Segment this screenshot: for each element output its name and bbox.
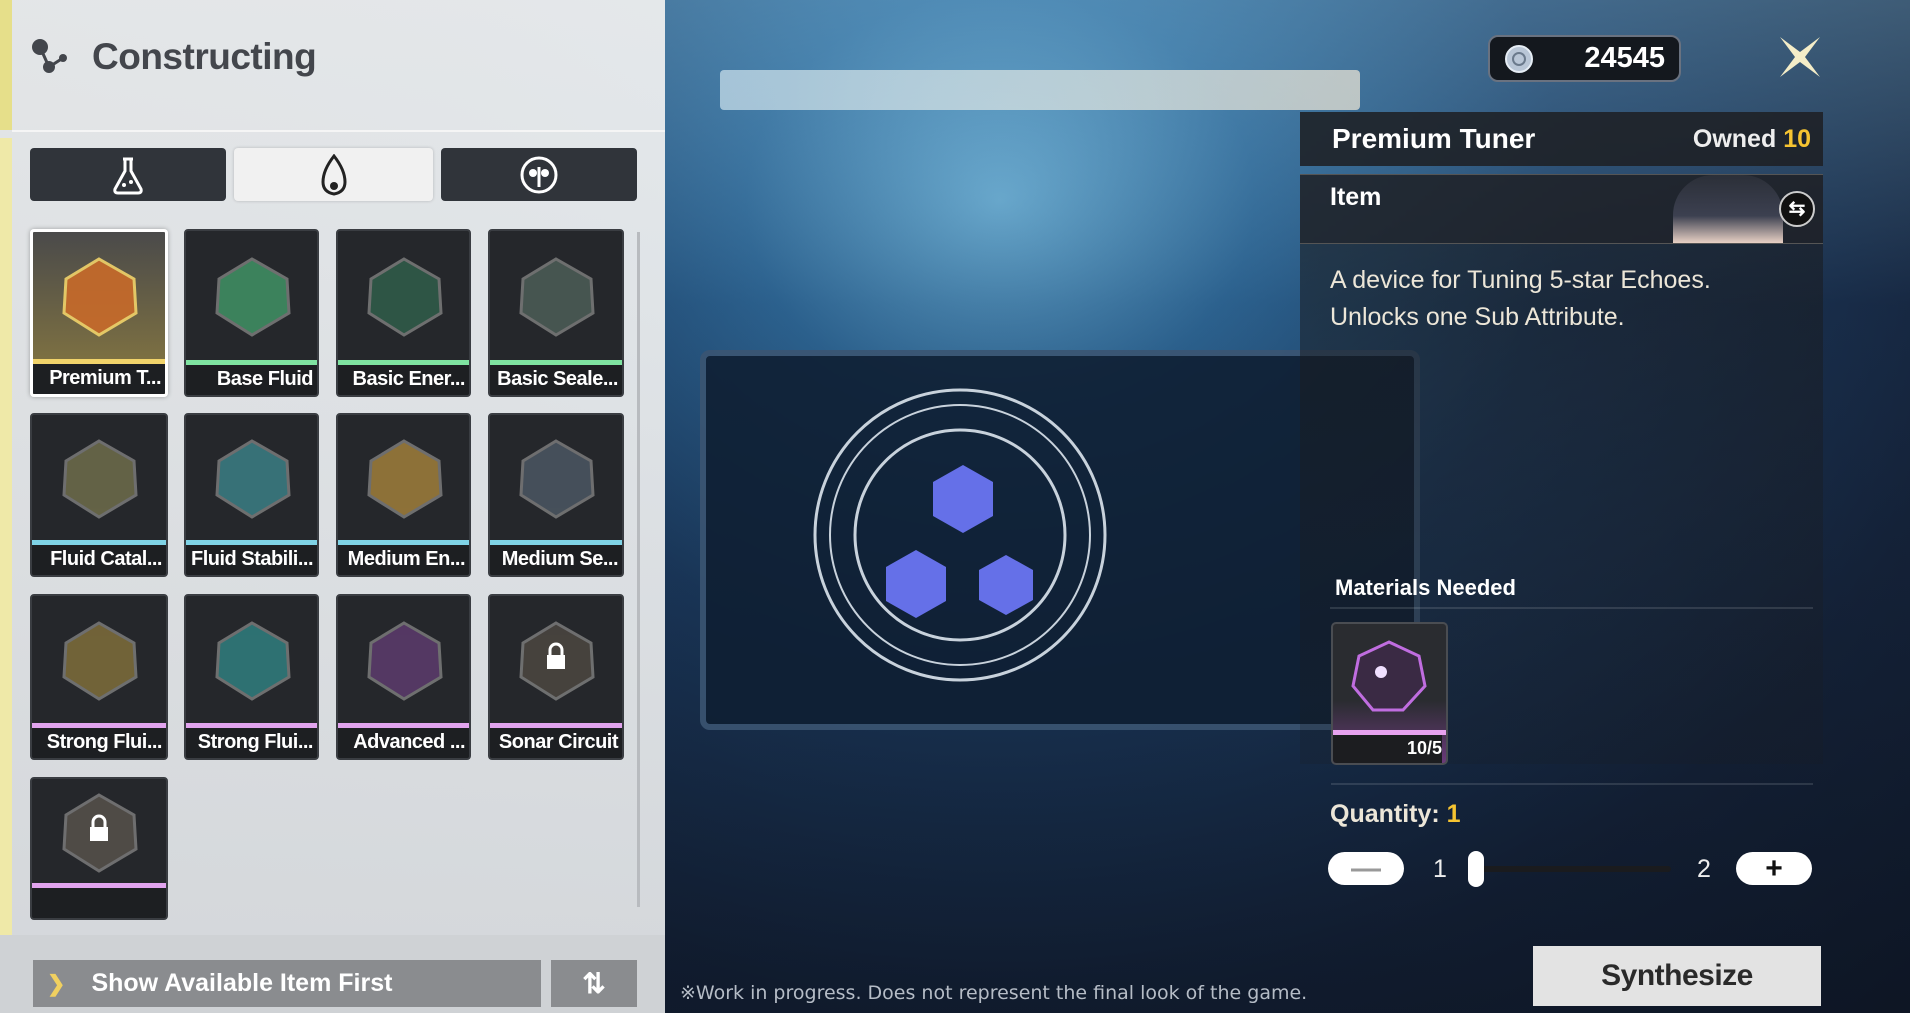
item-icon [338, 596, 469, 724]
advanced-tuner-icon [1351, 640, 1427, 712]
slider-min: 1 [1433, 855, 1447, 883]
item-name: Basic Seale... [490, 365, 622, 395]
swap-character-icon[interactable]: ⇆ [1779, 191, 1815, 227]
panel-header: Constructing [30, 36, 317, 78]
item-name: Premium T... [33, 364, 165, 394]
item-icon [33, 232, 165, 360]
tab-consumables[interactable] [30, 148, 226, 201]
item-card[interactable] [30, 777, 168, 920]
item-card[interactable]: Basic Ener... [336, 229, 471, 397]
ceiling-light [720, 70, 1360, 110]
item-name: Base Fluid [186, 365, 317, 395]
tab-echoes[interactable] [441, 148, 637, 201]
item-card[interactable]: Premium T... [30, 229, 168, 397]
sort-button[interactable]: ⇅ [551, 960, 637, 1007]
flame-drop-icon [320, 153, 347, 196]
divider [1331, 783, 1813, 785]
item-icon [32, 415, 166, 541]
close-icon[interactable] [1775, 32, 1825, 82]
decrease-button[interactable]: — [1328, 852, 1404, 885]
item-icon [490, 231, 622, 361]
currency-display: 24545 [1488, 35, 1681, 82]
echo-mask-icon [520, 156, 558, 193]
item-icon [186, 231, 317, 361]
item-card[interactable]: Medium Se... [488, 413, 624, 577]
item-icon [490, 596, 622, 724]
item-type-bar: Item ⇆ [1300, 174, 1823, 244]
material-card[interactable]: 10/5 [1331, 622, 1448, 765]
item-card[interactable]: Advanced ... [336, 594, 471, 760]
item-card[interactable]: Sonar Circuit [488, 594, 624, 760]
material-count: 10/5 [1333, 735, 1442, 763]
item-icon [490, 415, 622, 541]
synthesize-button[interactable]: Synthesize [1533, 946, 1821, 1006]
show-available-toggle[interactable]: ❯ Show Available Item First [33, 960, 541, 1007]
minus-icon: — [1351, 851, 1381, 885]
currency-amount: 24545 [1584, 42, 1665, 74]
owned-count: 10 [1783, 124, 1811, 153]
quantity-slider-track[interactable] [1468, 866, 1671, 872]
item-card[interactable]: Strong Flui... [30, 594, 168, 760]
item-title-bar: Premium Tuner Owned 10 [1300, 112, 1823, 166]
item-icon [338, 231, 469, 361]
item-name: Medium En... [338, 545, 469, 575]
item-name: Medium Se... [490, 545, 622, 575]
item-name: Fluid Stabili... [186, 545, 317, 575]
item-icon [32, 596, 166, 724]
materials-heading: Materials Needed [1335, 575, 1516, 600]
increase-button[interactable]: + [1736, 852, 1812, 885]
divider [12, 130, 665, 132]
quantity-label: Quantity: [1330, 800, 1440, 828]
flask-icon [113, 157, 143, 194]
accent-strip [0, 0, 12, 130]
plus-icon: + [1765, 851, 1783, 885]
footer-note: ※Work in progress. Does not represent th… [680, 982, 1308, 1004]
item-card[interactable]: Basic Seale... [488, 229, 624, 397]
item-card[interactable]: Fluid Stabili... [184, 413, 319, 577]
item-name: Premium Tuner [1332, 123, 1536, 154]
show-available-label: Show Available Item First [91, 969, 393, 997]
item-name: Strong Flui... [186, 728, 317, 758]
chevron-down-icon: ❯ [47, 970, 66, 996]
item-description: A device for Tuning 5-star Echoes. Unloc… [1330, 266, 1711, 331]
item-icon [186, 415, 317, 541]
tab-materials[interactable] [234, 148, 433, 201]
divider [1330, 607, 1813, 609]
item-card[interactable]: Base Fluid [184, 229, 319, 397]
quantity-slider-thumb[interactable] [1468, 851, 1484, 887]
quantity-value: 1 [1446, 800, 1461, 828]
item-icon [186, 596, 317, 724]
synthesis-emblem [813, 388, 1107, 682]
owned-label: Owned [1692, 124, 1777, 153]
item-icon [32, 779, 166, 884]
molecule-icon [32, 39, 67, 73]
slider-max: 2 [1697, 855, 1711, 883]
item-name: Sonar Circuit [490, 728, 622, 758]
item-name: Strong Flui... [32, 728, 166, 758]
shell-credit-icon [1505, 44, 1533, 73]
character-portrait [1673, 175, 1783, 243]
item-name: Basic Ener... [338, 365, 469, 395]
item-name: Advanced ... [338, 728, 469, 758]
sort-icon: ⇅ [582, 968, 606, 999]
page-title: Constructing [92, 36, 317, 77]
item-card[interactable]: Strong Flui... [184, 594, 319, 760]
grid-scrollbar[interactable] [637, 232, 640, 907]
item-icon [338, 415, 469, 541]
item-type: Item [1330, 183, 1382, 211]
item-name: Fluid Catal... [32, 545, 166, 575]
item-name [32, 888, 166, 918]
item-card[interactable]: Fluid Catal... [30, 413, 168, 577]
item-card[interactable]: Medium En... [336, 413, 471, 577]
accent-strip [0, 138, 12, 938]
